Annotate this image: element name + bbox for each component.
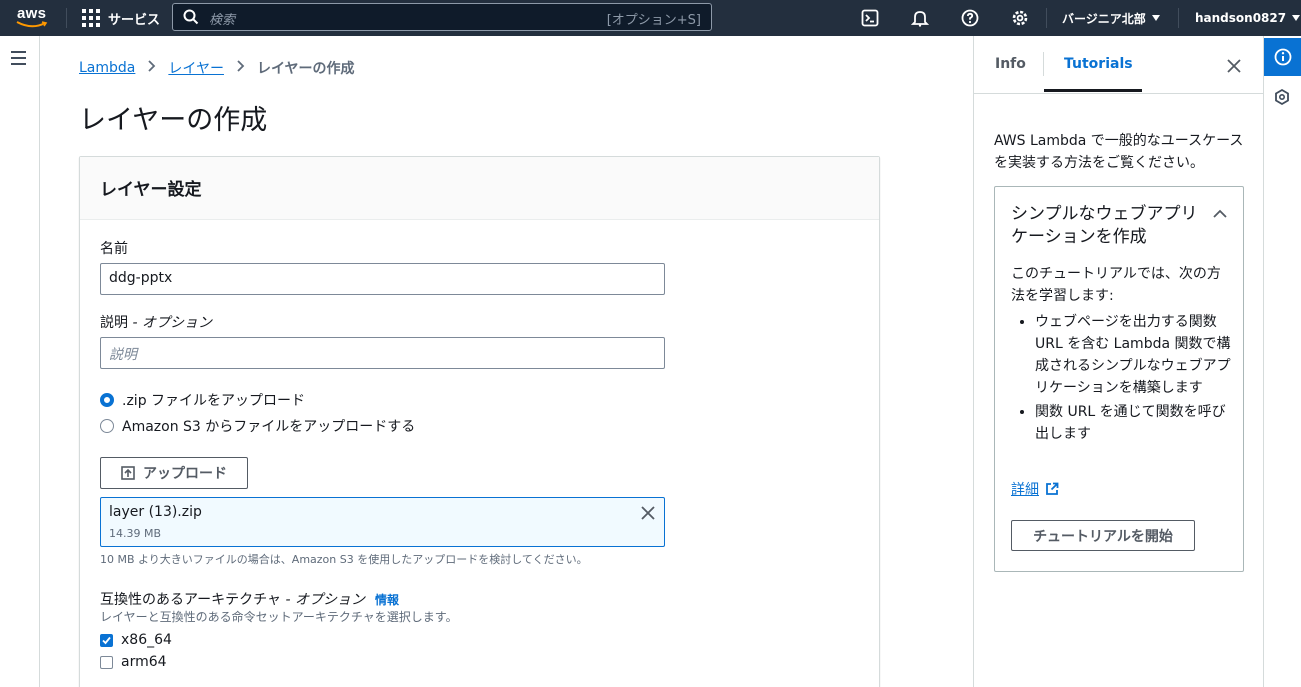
upload-button[interactable]: アップロード [100,457,248,489]
panel-header: レイヤー設定 [80,157,879,220]
help-tabs: Info Tutorials [974,36,1264,94]
cloudshell-icon[interactable] [859,7,881,29]
help-icon[interactable] [959,7,981,29]
menu-icon[interactable] [11,51,26,69]
services-menu[interactable]: サービス [82,0,160,36]
panel-title: レイヤー設定 [100,180,202,200]
caret-down-icon [1151,15,1160,21]
external-link-icon [1046,482,1059,495]
grid-icon [82,9,100,27]
tab-tutorials[interactable]: Tutorials [1064,56,1133,72]
tab-info[interactable]: Info [995,56,1026,72]
tutorial-title: シンプルなウェブアプリケーションを作成 [1011,204,1198,247]
start-tutorial-button[interactable]: チュートリアルを開始 [1011,520,1195,551]
checkmark-icon [102,636,111,644]
checkbox-x86-label: x86_64 [121,632,172,648]
architecture-title-text: 互換性のあるアーキテクチャ - オプション [100,592,365,608]
checkbox-unchecked[interactable] [100,655,113,669]
radio-zip-label: .zip ファイルをアップロード [122,393,306,409]
chevron-up-icon[interactable] [1213,209,1227,219]
breadcrumb: Lambda レイヤー レイヤーの作成 [79,58,355,78]
checkbox-arm-label: arm64 [121,654,167,670]
tab-divider [1043,52,1044,76]
description-input[interactable]: 説明 [100,337,665,369]
breadcrumb-current: レイヤーの作成 [256,61,355,77]
nav-divider [1046,8,1047,28]
learn-more-label: 詳細 [1011,482,1039,498]
info-icon [1274,48,1292,66]
tutorial-card: シンプルなウェブアプリケーションを作成 このチュートリアルでは、次の方法を学習し… [994,186,1244,572]
checkbox-checked[interactable] [100,633,113,647]
aws-logo[interactable]: aws [16,4,50,32]
name-label: 名前 [100,241,128,257]
main-content: Lambda レイヤー レイヤーの作成 レイヤーの作成 レイヤー設定 名前 dd… [41,36,973,687]
upload-icon [121,466,135,480]
info-panel-toggle[interactable] [1264,38,1301,76]
region-label: バージニア北部 [1062,11,1146,26]
active-tab-indicator [1044,89,1142,92]
tutorial-bullets: ウェブページを出力する関数 URL を含む Lambda 関数で構成されるシンプ… [1035,311,1235,447]
checkbox-x86-64[interactable]: x86_64 [100,632,172,648]
notifications-icon[interactable] [909,7,931,29]
breadcrumb-lambda[interactable]: Lambda [79,60,135,76]
search-input[interactable]: 検索 [オプション+S] [172,3,712,31]
chevron-right-icon [236,60,245,76]
list-item: ウェブページを出力する関数 URL を含む Lambda 関数で構成されるシンプ… [1035,311,1235,399]
checkbox-arm64[interactable]: arm64 [100,654,167,670]
remove-file-close-icon[interactable] [640,505,656,521]
list-item: 関数 URL を通じて関数を呼び出します [1035,401,1235,445]
description-optional: - オプション [132,315,212,331]
radio-button[interactable] [100,419,114,433]
nav-divider [1178,8,1179,28]
file-name: layer (13).zip [109,504,202,520]
description-label-text: 説明 [100,315,128,331]
tutorial-description: このチュートリアルでは、次の方法を学習します: [1011,266,1221,304]
learn-more-link[interactable]: 詳細 [1011,479,1059,499]
upload-button-label: アップロード [143,466,227,482]
uploaded-file-token: layer (13).zip 14.39 MB [100,497,665,547]
left-navigation-rail [0,36,40,687]
chevron-right-icon [147,60,156,76]
region-selector[interactable]: バージニア北部 [1062,0,1160,36]
upload-size-hint: 10 MB より大きいファイルの場合は、Amazon S3 を使用したアップロー… [100,553,588,566]
nav-divider [66,8,67,28]
aws-logo-text: aws [17,5,47,22]
architecture-info-link[interactable]: 情報 [375,591,399,608]
resources-hexagon-icon[interactable] [1273,88,1291,106]
help-panel: Info Tutorials AWS Lambda で一般的なユースケースを実装… [973,36,1264,687]
user-menu[interactable]: handson0827 [1195,0,1301,36]
search-shortcut: [オプション+S] [606,13,701,28]
user-label: handson0827 [1195,11,1287,25]
search-icon [183,9,199,25]
right-tool-rail [1263,36,1301,687]
close-icon[interactable] [1226,58,1242,74]
architecture-title: 互換性のあるアーキテクチャ - オプション 情報 [100,589,399,609]
radio-s3-label: Amazon S3 からファイルをアップロードする [122,419,416,435]
radio-button-selected[interactable] [100,393,114,407]
services-label: サービス [108,12,161,28]
aws-smile-icon [16,21,48,28]
search-placeholder: 検索 [209,13,236,28]
file-size: 14.39 MB [109,527,162,540]
name-input[interactable]: ddg-pptx [100,263,665,295]
radio-upload-s3[interactable]: Amazon S3 からファイルをアップロードする [100,416,415,436]
architecture-description: レイヤーと互換性のある命令セットアーキテクチャを選択します。 [100,610,458,624]
caret-down-icon [1292,15,1301,21]
settings-gear-icon[interactable] [1009,7,1031,29]
description-label: 説明 - オプション [100,312,212,332]
tutorials-intro: AWS Lambda で一般的なユースケースを実装する方法をご覧ください。 [994,133,1244,171]
top-nav: aws サービス 検索 [オプション+S] バージニア北部 handson082… [0,0,1301,36]
radio-upload-zip[interactable]: .zip ファイルをアップロード [100,390,305,410]
breadcrumb-layers[interactable]: レイヤー [168,58,224,78]
page-title: レイヤーの作成 [79,105,268,136]
layer-settings-panel: レイヤー設定 名前 ddg-pptx 説明 - オプション 説明 .zip ファ… [79,156,880,687]
